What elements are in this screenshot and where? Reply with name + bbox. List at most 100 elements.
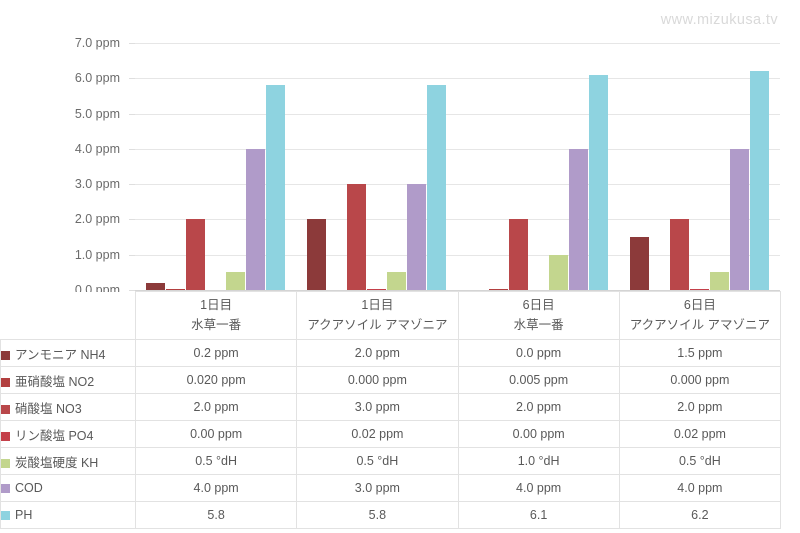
bar [689,288,709,290]
legend-series-label: リン酸塩 PO4 [15,428,94,443]
table-header: 1日目 水草一番 1日目 アクアソイル アマゾニア 6日目 水草一番 6日目 アクアソイル ア… [0,291,782,340]
legend-series-label: 亜硝酸塩 NO2 [15,374,95,389]
table-cell-value: 0.02 ppm [618,420,782,448]
table-cell-value: 5.8 [134,501,298,529]
table-cell-value: 1.5 ppm [618,339,782,367]
bar [568,148,588,290]
bar-group [135,0,296,291]
legend-cell: 炭酸塩硬度 KH [0,447,136,475]
table-cell-value: 0.000 ppm [296,366,459,394]
bar [307,219,327,290]
category-header-line1: 1日目 [361,298,394,313]
table-row: PH 5.8 5.8 6.1 6.2 [0,501,782,529]
bar [669,219,689,290]
table-row: リン酸塩 PO4 0.00 ppm 0.02 ppm 0.00 ppm 0.02 ppm [0,420,782,448]
y-axis-tick-label: 3.0 ppm [74,177,120,192]
table-cell-value: 0.005 ppm [457,366,620,394]
legend-cell: リン酸塩 PO4 [0,420,136,448]
bar [629,237,649,290]
bar [427,85,447,290]
table-cell-value: 0.2 ppm [134,339,298,367]
category-header-line1: 6日目 [683,298,716,313]
y-axis: 0.0 ppm 1.0 ppm 2.0 ppm 3.0 ppm 4.0 ppm 5.0 p… [0,0,128,297]
table-cell-value: 0.00 ppm [134,420,298,448]
data-table: 1日目 水草一番 1日目 アクアソイル アマゾニア 6日目 水草一番 6日目 アクアソイル ア… [0,291,782,529]
legend-swatch-icon [1,377,10,387]
legend-swatch-icon [1,511,10,520]
table-cell-value: 0.000 ppm [618,366,782,394]
table-cell-value: 0.00 ppm [457,420,620,448]
table-cell-value: 1.0 °dH [457,447,620,475]
y-axis-tick-label: 5.0 ppm [74,106,120,121]
table-row: アンモニア NH4 0.2 ppm 2.0 ppm 0.0 ppm 1.5 ppm [0,339,782,367]
bar [508,219,528,290]
table-cell-value: 0.5 °dH [296,447,459,475]
table-cell-value: 3.0 ppm [296,474,459,502]
y-axis-tick-label: 7.0 ppm [74,36,120,50]
table-cell-value: 4.0 ppm [134,474,298,502]
table-cell-value: 6.2 [618,501,782,529]
table-row: COD 4.0 ppm 3.0 ppm 4.0 ppm 4.0 ppm [0,474,782,502]
table-cell-value: 0.020 ppm [134,366,298,394]
bar [749,71,769,290]
table-body: アンモニア NH4 0.2 ppm 2.0 ppm 0.0 ppm 1.5 ppm 亜硝酸… [0,339,782,529]
category-header-line1: 1日目 [200,298,233,313]
bar-group [458,0,619,291]
table-cell-value: 0.5 °dH [134,447,298,475]
legend-cell: 亜硝酸塩 NO2 [0,366,136,394]
table-header-row: 1日目 水草一番 1日目 アクアソイル アマゾニア 6日目 水草一番 6日目 アクアソイル ア… [0,291,782,340]
legend-swatch-icon [1,404,10,414]
y-axis-tick-label: 6.0 ppm [74,71,120,86]
table-row: 炭酸塩硬度 KH 0.5 °dH 0.5 °dH 1.0 °dH 0.5 °dH [0,447,782,475]
bar-group-bars [458,43,619,290]
legend-cell: COD [0,474,136,502]
legend-series-label: COD [15,481,43,495]
y-axis-tick-label: 1.0 ppm [74,247,120,262]
category-header: 1日目水草一番 [134,291,298,340]
bar [146,282,166,290]
legend-swatch-icon [1,350,10,360]
table-row: 亜硝酸塩 NO2 0.020 ppm 0.000 ppm 0.005 ppm 0.000… [0,366,782,394]
legend-swatch-icon [1,458,10,468]
table-cell-value: 2.0 ppm [618,393,782,421]
y-axis-tick-label: 4.0 ppm [74,141,120,156]
chart-plot: 0.0 ppm 1.0 ppm 2.0 ppm 3.0 ppm 4.0 ppm 5.0 p… [0,0,800,297]
chart-page: www.mizukusa.tv 0.0 ppm 1.0 ppm 2.0 ppm 3.0… [0,0,800,533]
bar [186,219,206,290]
category-header-line2: 水草一番 [513,317,564,332]
bar [407,184,427,290]
bar [266,85,286,290]
bar-group-bars [296,43,457,290]
table-cell-value: 2.0 ppm [296,339,459,367]
category-header: 6日目アクアソイル アマゾニア [618,291,782,340]
bar-group-bars [619,43,780,290]
y-axis-tick-label: 2.0 ppm [74,212,120,227]
table-cell-value: 2.0 ppm [457,393,620,421]
category-header-line2: アクアソイル アマゾニア [307,317,448,332]
bar [709,272,729,290]
table-cell-value: 6.1 [457,501,620,529]
table-cell-value: 5.8 [296,501,459,529]
table-cell-value: 0.02 ppm [296,420,459,448]
table-cell-value: 3.0 ppm [296,393,459,421]
category-header-line2: 水草一番 [191,317,242,332]
legend-series-label: PH [15,508,33,522]
bar-group [296,0,457,291]
category-header-line2: アクアソイル アマゾニア [629,317,771,332]
bar-group [619,0,780,291]
legend-series-label: アンモニア NH4 [15,347,106,362]
legend-cell: アンモニア NH4 [0,339,136,367]
table-cell-value: 2.0 ppm [134,393,298,421]
legend-series-label: 炭酸塩硬度 KH [15,455,99,470]
bar [367,288,387,290]
table-cell-value: 4.0 ppm [457,474,620,502]
category-header-line1: 6日目 [522,298,555,313]
legend-cell: 硝酸塩 NO3 [0,393,136,421]
table-cell-value: 0.5 °dH [618,447,782,475]
legend-series-label: 硝酸塩 NO3 [15,401,82,416]
bar [166,288,186,290]
bar [387,272,407,290]
category-header: 6日目水草一番 [457,291,620,340]
legend-swatch-icon [1,431,10,441]
bar [588,74,608,290]
